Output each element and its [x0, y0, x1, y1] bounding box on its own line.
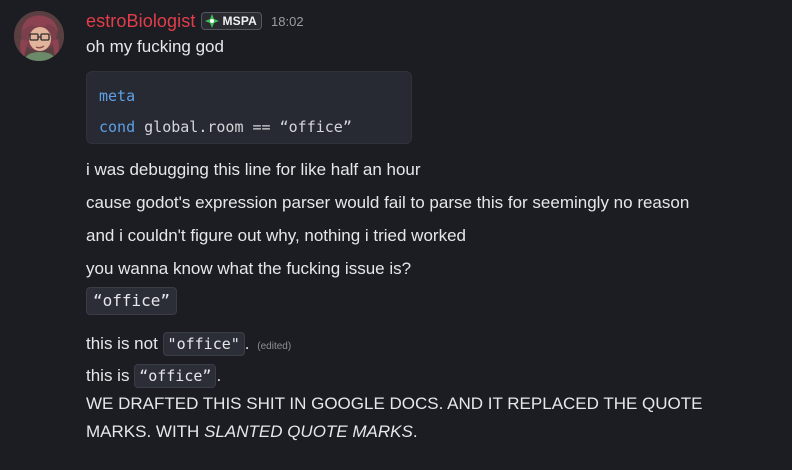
message-line: MARKS. WITH SLANTED QUOTE MARKS.: [86, 418, 784, 446]
text: .: [244, 334, 250, 353]
message-line: this is not "office". (edited): [86, 327, 784, 360]
chat-message: estroBiologist MSPA 18:02 oh my fucking …: [0, 0, 792, 470]
text: MARKS. WITH: [86, 422, 205, 441]
code-line: cond global.room == “office”: [99, 112, 399, 143]
text: this is: [86, 366, 135, 385]
inline-code: "office": [162, 332, 245, 356]
message-body: i was debugging this line for like half …: [86, 153, 784, 285]
edited-label[interactable]: (edited): [257, 341, 291, 352]
code-block: meta cond global.room == “office”: [86, 71, 412, 144]
message-line: you wanna know what the fucking issue is…: [86, 259, 412, 278]
text: .: [216, 366, 222, 385]
message-body: this is not "office". (edited): [86, 327, 784, 360]
text: .: [412, 422, 418, 441]
inline-code: “office”: [134, 364, 217, 388]
message-body: this is “office”. WE DRAFTED THIS SHIT I…: [86, 362, 784, 446]
message-line: i was debugging this line for like half …: [86, 160, 421, 179]
message-line: cause godot's expression parser would fa…: [86, 193, 690, 212]
role-badge-label: MSPA: [222, 14, 258, 28]
message-line: WE DRAFTED THIS SHIT IN GOOGLE DOCS. AND…: [86, 394, 703, 413]
message-line: and i couldn't figure out why, nothing i…: [86, 226, 466, 245]
username[interactable]: estroBiologist: [86, 11, 195, 32]
inline-code: “office”: [86, 287, 178, 315]
user-avatar[interactable]: [14, 11, 64, 61]
italic-text: SLANTED QUOTE MARKS: [204, 422, 413, 441]
code-text: global.room == “office”: [144, 118, 352, 136]
code-line: meta: [99, 81, 399, 112]
timestamp[interactable]: 18:02: [271, 14, 304, 29]
message-content: estroBiologist MSPA 18:02 oh my fucking …: [86, 8, 784, 446]
code-keyword: cond: [99, 118, 136, 136]
avatar-image: [14, 11, 64, 61]
message-line: this is “office”.: [86, 362, 784, 390]
mspa-badge-icon: [205, 14, 220, 28]
text: this is not: [86, 334, 163, 353]
role-badge[interactable]: MSPA: [201, 12, 263, 30]
code-keyword: meta: [99, 87, 136, 105]
message-header: estroBiologist MSPA 18:02: [86, 8, 784, 34]
message-line: oh my fucking god: [86, 37, 224, 56]
